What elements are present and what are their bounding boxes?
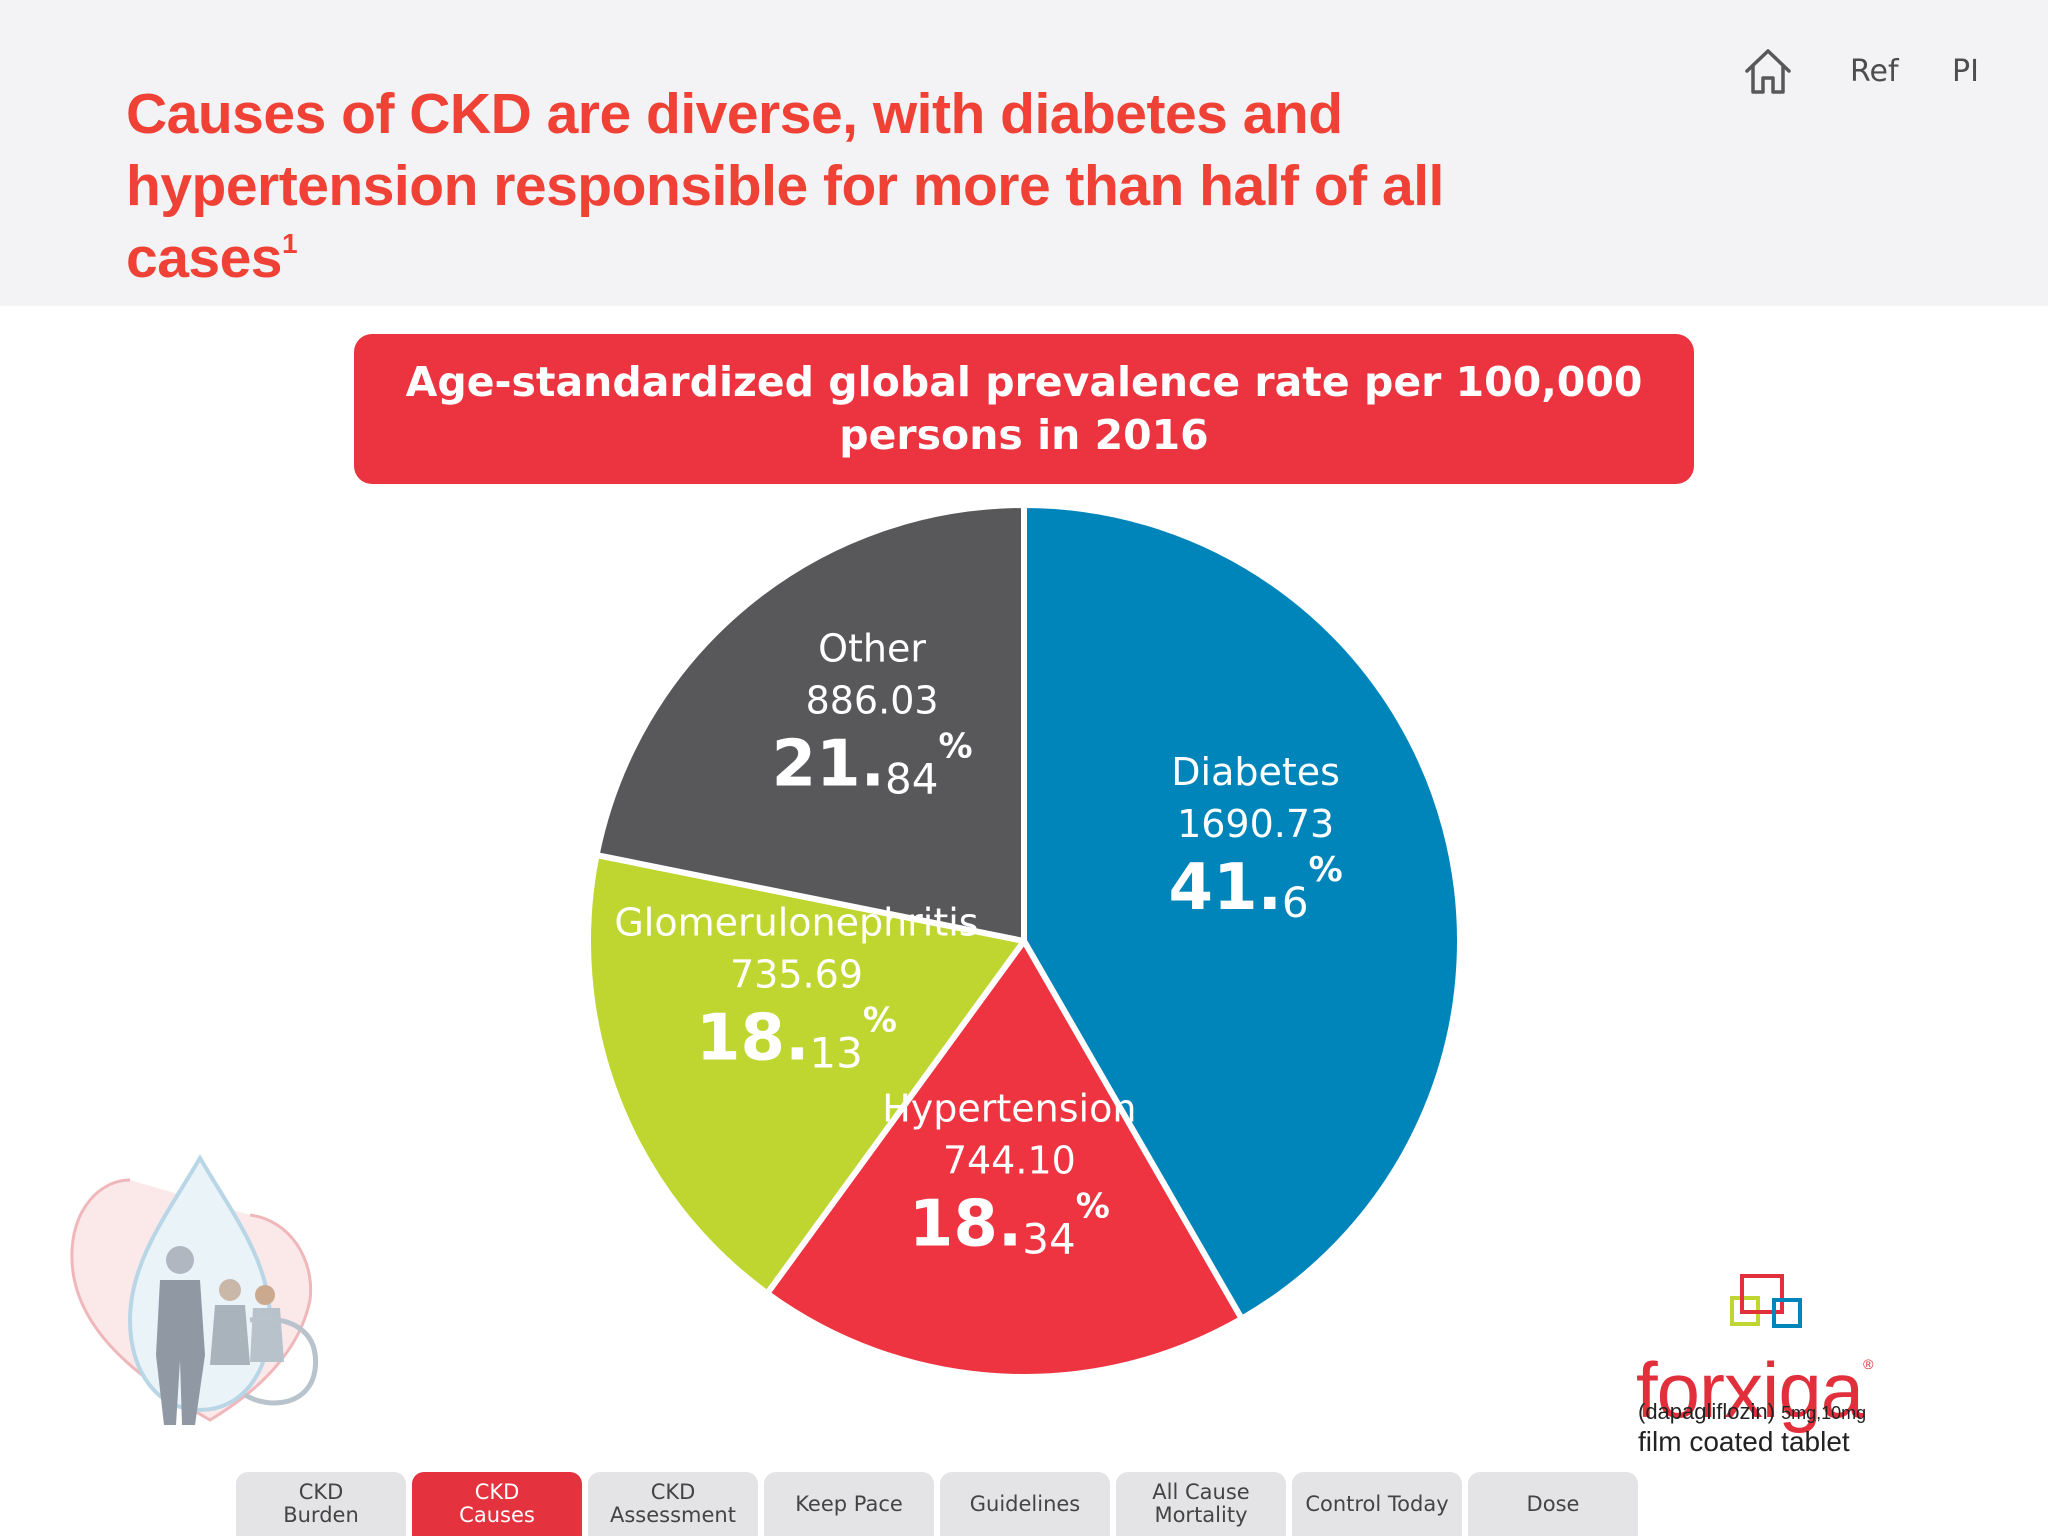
forxiga-logo: forxiga® (dapagliflozin) 5mg,10mg film c… <box>1630 1272 1880 1462</box>
logo-generic: (dapagliflozin) <box>1638 1399 1775 1424</box>
tab-all-cause-mortality[interactable]: All Cause Mortality <box>1116 1472 1286 1536</box>
slice-value-diabetes: 1690.73 <box>1177 802 1334 846</box>
slice-value-hypertension: 744.10 <box>943 1138 1076 1182</box>
tab-guidelines[interactable]: Guidelines <box>940 1472 1110 1536</box>
slice-name-glomerulonephritis: Glomerulonephritis <box>614 901 978 945</box>
tab-control-today[interactable]: Control Today <box>1292 1472 1462 1536</box>
slice-name-diabetes: Diabetes <box>1171 750 1340 794</box>
tab-dose[interactable]: Dose <box>1468 1472 1638 1536</box>
slice-value-other: 886.03 <box>806 678 939 722</box>
slice-value-glomerulonephritis: 735.69 <box>730 953 863 997</box>
tab-ckd-assessment[interactable]: CKD Assessment <box>588 1472 758 1536</box>
logo-form: film coated tablet <box>1638 1426 1850 1457</box>
tab-ckd-causes[interactable]: CKD Causes <box>412 1472 582 1536</box>
tab-keep-pace[interactable]: Keep Pace <box>764 1472 934 1536</box>
heart-drop-family-illustration <box>70 1153 319 1425</box>
logo-dose: 5mg,10mg <box>1781 1403 1867 1423</box>
tab-ckd-burden[interactable]: CKD Burden <box>236 1472 406 1536</box>
logo-generic-line: (dapagliflozin) 5mg,10mg <box>1638 1399 1866 1425</box>
logo-registered-mark: ® <box>1863 1356 1873 1372</box>
bottom-tab-bar: CKD Burden CKD Causes CKD Assessment Keep P… <box>236 1472 1638 1536</box>
slice-name-hypertension: Hypertension <box>882 1086 1136 1130</box>
slice-name-other: Other <box>818 626 926 670</box>
